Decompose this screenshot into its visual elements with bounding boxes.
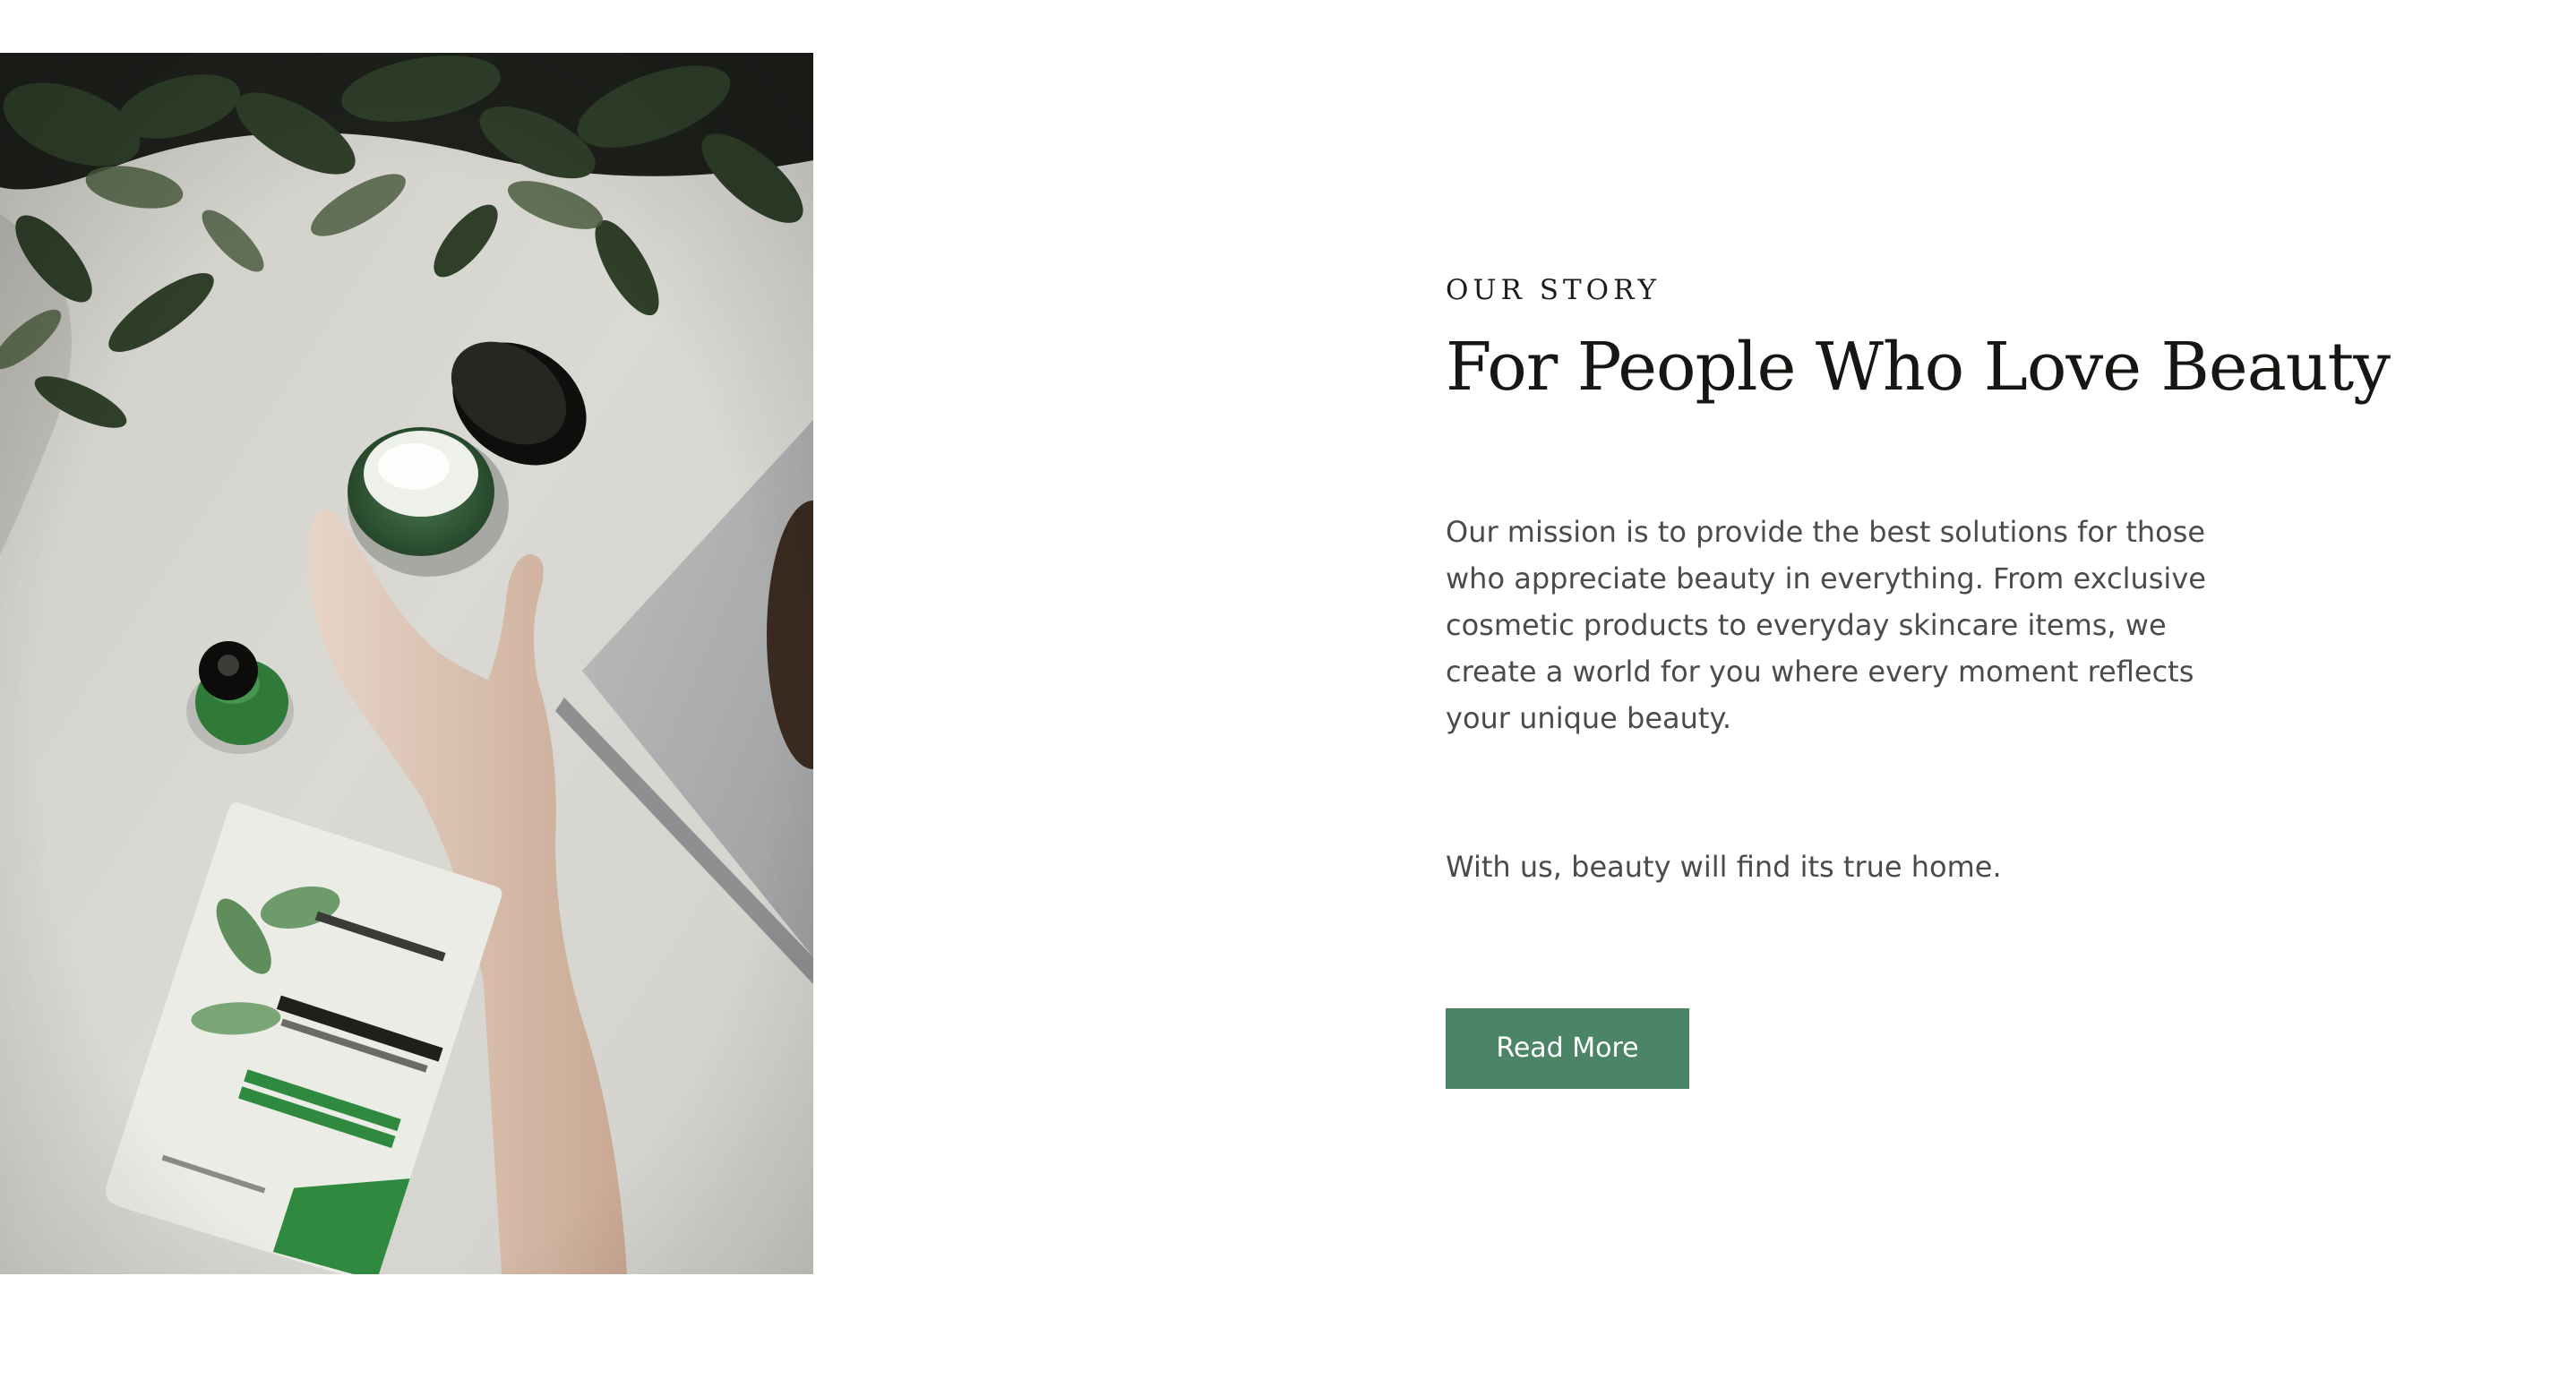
section-eyebrow: OUR STORY [1446, 274, 1661, 306]
mission-paragraph: Our mission is to provide the best solut… [1446, 515, 2206, 735]
read-more-button[interactable]: Read More [1446, 1008, 1689, 1089]
our-story-section: OUR STORY For People Who Love Beauty Our… [1446, 269, 2391, 1089]
story-image [0, 53, 813, 1274]
section-title: For People Who Love Beauty [1446, 329, 2391, 406]
closing-paragraph: With us, beauty will find its true home. [1446, 850, 2002, 884]
